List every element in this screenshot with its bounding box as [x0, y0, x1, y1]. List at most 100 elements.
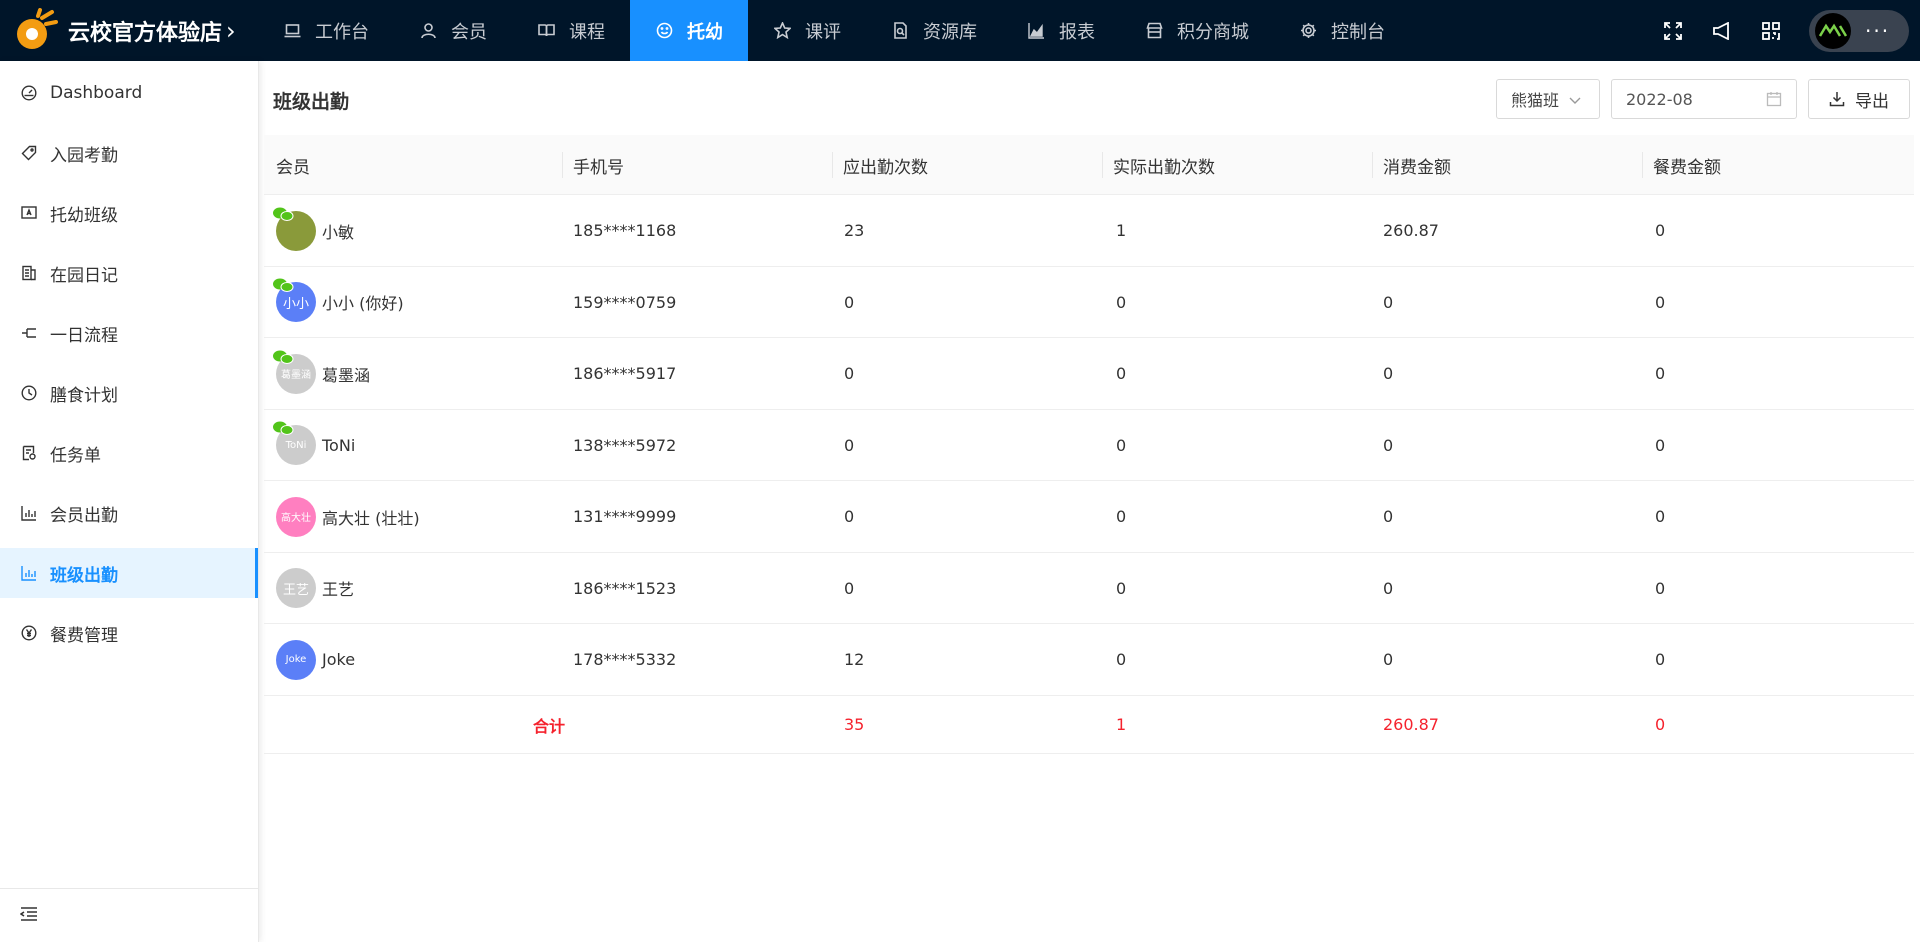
meal-cell: 0 [1655, 364, 1666, 383]
nav-course[interactable]: 课程 [512, 0, 630, 61]
actual-cell: 0 [1116, 507, 1127, 526]
expected-cell: 0 [844, 364, 855, 383]
sidebar-item-task-list[interactable]: 任务单 [0, 428, 258, 478]
table-header: 会员 手机号 应出勤次数 实际出勤次数 消费金额 餐费金额 [264, 135, 1914, 195]
spend-cell: 0 [1383, 435, 1394, 455]
phone-cell: 186****1523 [573, 578, 677, 598]
member-cell: 小敏 [273, 195, 354, 266]
page-title: 班级出勤 [273, 91, 350, 113]
nav-review[interactable]: 课评 [748, 0, 866, 61]
bar-chart-icon [21, 505, 37, 521]
member-cell: 王艺 王艺 [276, 553, 354, 624]
avatar [1815, 12, 1851, 49]
phone-cell: 138****5972 [573, 435, 677, 455]
user-menu[interactable]: ··· [1809, 9, 1909, 52]
tag-icon [21, 145, 37, 161]
meal-cell: 0 [1655, 507, 1666, 526]
avatar-text: Joke [285, 654, 307, 665]
sidebar-item-label: 会员出勤 [50, 505, 118, 526]
phone-cell: 185****1168 [573, 221, 677, 240]
nav-resources[interactable]: 资源库 [866, 0, 1002, 61]
brand-switcher[interactable]: 云校官方体验店 › [0, 0, 258, 61]
nav-workbench[interactable]: 工作台 [258, 0, 394, 61]
sidebar-item-entry-attendance[interactable]: 入园考勤 [0, 128, 258, 178]
actual-cell: 0 [1116, 292, 1127, 312]
avatar-text: ToNi [285, 439, 307, 451]
sidebar-item-member-attendance[interactable]: 会员出勤 [0, 488, 258, 538]
diary-icon [21, 265, 37, 281]
main-content: 班级出勤 熊猫班 2022-08 导出 会员 手机号 应出勤次数 实际出勤次数 … [264, 61, 1920, 942]
avatar [273, 207, 316, 251]
avatar: 高大壮 [276, 496, 316, 537]
export-button[interactable]: 导出 [1808, 79, 1910, 119]
sidebar-item-meal-fee[interactable]: 餐费管理 [0, 608, 258, 658]
class-board-icon [21, 205, 37, 221]
avatar: 葛墨涵 [273, 350, 316, 394]
brand-title: 云校官方体验店 [68, 20, 223, 46]
sidebar-item-label: 入园考勤 [50, 145, 118, 166]
nav-points-mall[interactable]: 积分商城 [1120, 0, 1274, 61]
sidebar-item-label: 任务单 [50, 445, 101, 466]
table-row: ToNi ToNi 138****5972 0 0 0 0 [264, 410, 1914, 481]
sidebar-item-daily-flow[interactable]: 一日流程 [0, 308, 258, 358]
sidebar-item-dashboard[interactable]: Dashboard [0, 68, 258, 118]
column-header: 会员 [276, 157, 310, 178]
meal-cell: 0 [1655, 435, 1666, 455]
member-name[interactable]: ToNi [322, 436, 355, 455]
nav-label: 工作台 [315, 21, 369, 43]
class-select[interactable]: 熊猫班 [1496, 79, 1600, 119]
member-name[interactable]: 王艺 [322, 576, 354, 600]
expected-cell: 23 [844, 221, 865, 240]
file-search-icon [891, 22, 909, 40]
nav-label: 报表 [1059, 21, 1095, 43]
star-icon [773, 22, 791, 40]
sidebar-item-label: 膳食计划 [50, 385, 118, 406]
fullscreen-icon[interactable] [1662, 20, 1684, 42]
sidebar-item-label: 托幼班级 [50, 205, 118, 226]
month-picker[interactable]: 2022-08 [1611, 79, 1797, 119]
column-divider [1642, 152, 1643, 178]
total-actual: 1 [1116, 715, 1127, 734]
sidebar-collapse-button[interactable] [0, 888, 258, 942]
nav-reports[interactable]: 报表 [1002, 0, 1120, 61]
member-name[interactable]: Joke [322, 650, 355, 669]
nav-label: 资源库 [923, 21, 977, 43]
book-icon [537, 22, 555, 40]
attendance-table: 会员 手机号 应出勤次数 实际出勤次数 消费金额 餐费金额 小敏 185****1… [264, 135, 1914, 754]
nav-member[interactable]: 会员 [394, 0, 512, 61]
sidebar-item-meal-plan[interactable]: 膳食计划 [0, 368, 258, 418]
sidebar-item-class-attendance[interactable]: 班级出勤 [0, 548, 258, 598]
nav-console[interactable]: 控制台 [1274, 0, 1410, 61]
sidebar: Dashboard 入园考勤 托幼班级 在园日记 一日流程 膳食计划 任务单 会… [0, 61, 259, 942]
sidebar-item-diary[interactable]: 在园日记 [0, 248, 258, 298]
column-header: 应出勤次数 [843, 157, 928, 178]
sidebar-item-label: 在园日记 [50, 265, 118, 286]
bar-chart-icon [21, 565, 37, 581]
member-name[interactable]: 葛墨涵 [322, 362, 370, 386]
phone-cell: 186****5917 [573, 364, 677, 383]
nav-label: 课程 [569, 21, 605, 43]
expected-cell: 0 [844, 507, 855, 526]
column-header: 手机号 [573, 157, 624, 178]
spend-cell: 0 [1383, 578, 1394, 598]
top-right-tools: ··· [1662, 0, 1920, 61]
wechat-icon [273, 350, 294, 364]
sidebar-item-label: 餐费管理 [50, 625, 118, 646]
member-name[interactable]: 高大壮 (壮壮) [322, 505, 420, 529]
sidebar-item-childcare-class[interactable]: 托幼班级 [0, 188, 258, 238]
spend-cell: 0 [1383, 364, 1394, 383]
member-cell: 小小 小小 (你好) [273, 267, 404, 338]
meal-cell: 0 [1655, 221, 1666, 240]
column-header: 实际出勤次数 [1113, 157, 1215, 178]
member-cell: Joke Joke [276, 624, 355, 695]
brand-logo [12, 7, 58, 54]
table-row: 王艺 王艺 186****1523 0 0 0 0 [264, 553, 1914, 624]
area-chart-icon [1027, 22, 1045, 40]
notification-icon[interactable] [1711, 20, 1733, 42]
nav-childcare[interactable]: 托幼 [630, 0, 748, 61]
more-icon: ··· [1865, 18, 1891, 43]
avatar: ToNi [273, 421, 316, 465]
member-name[interactable]: 小小 (你好) [322, 290, 404, 314]
member-name[interactable]: 小敏 [322, 219, 354, 243]
qrcode-icon[interactable] [1760, 20, 1782, 42]
